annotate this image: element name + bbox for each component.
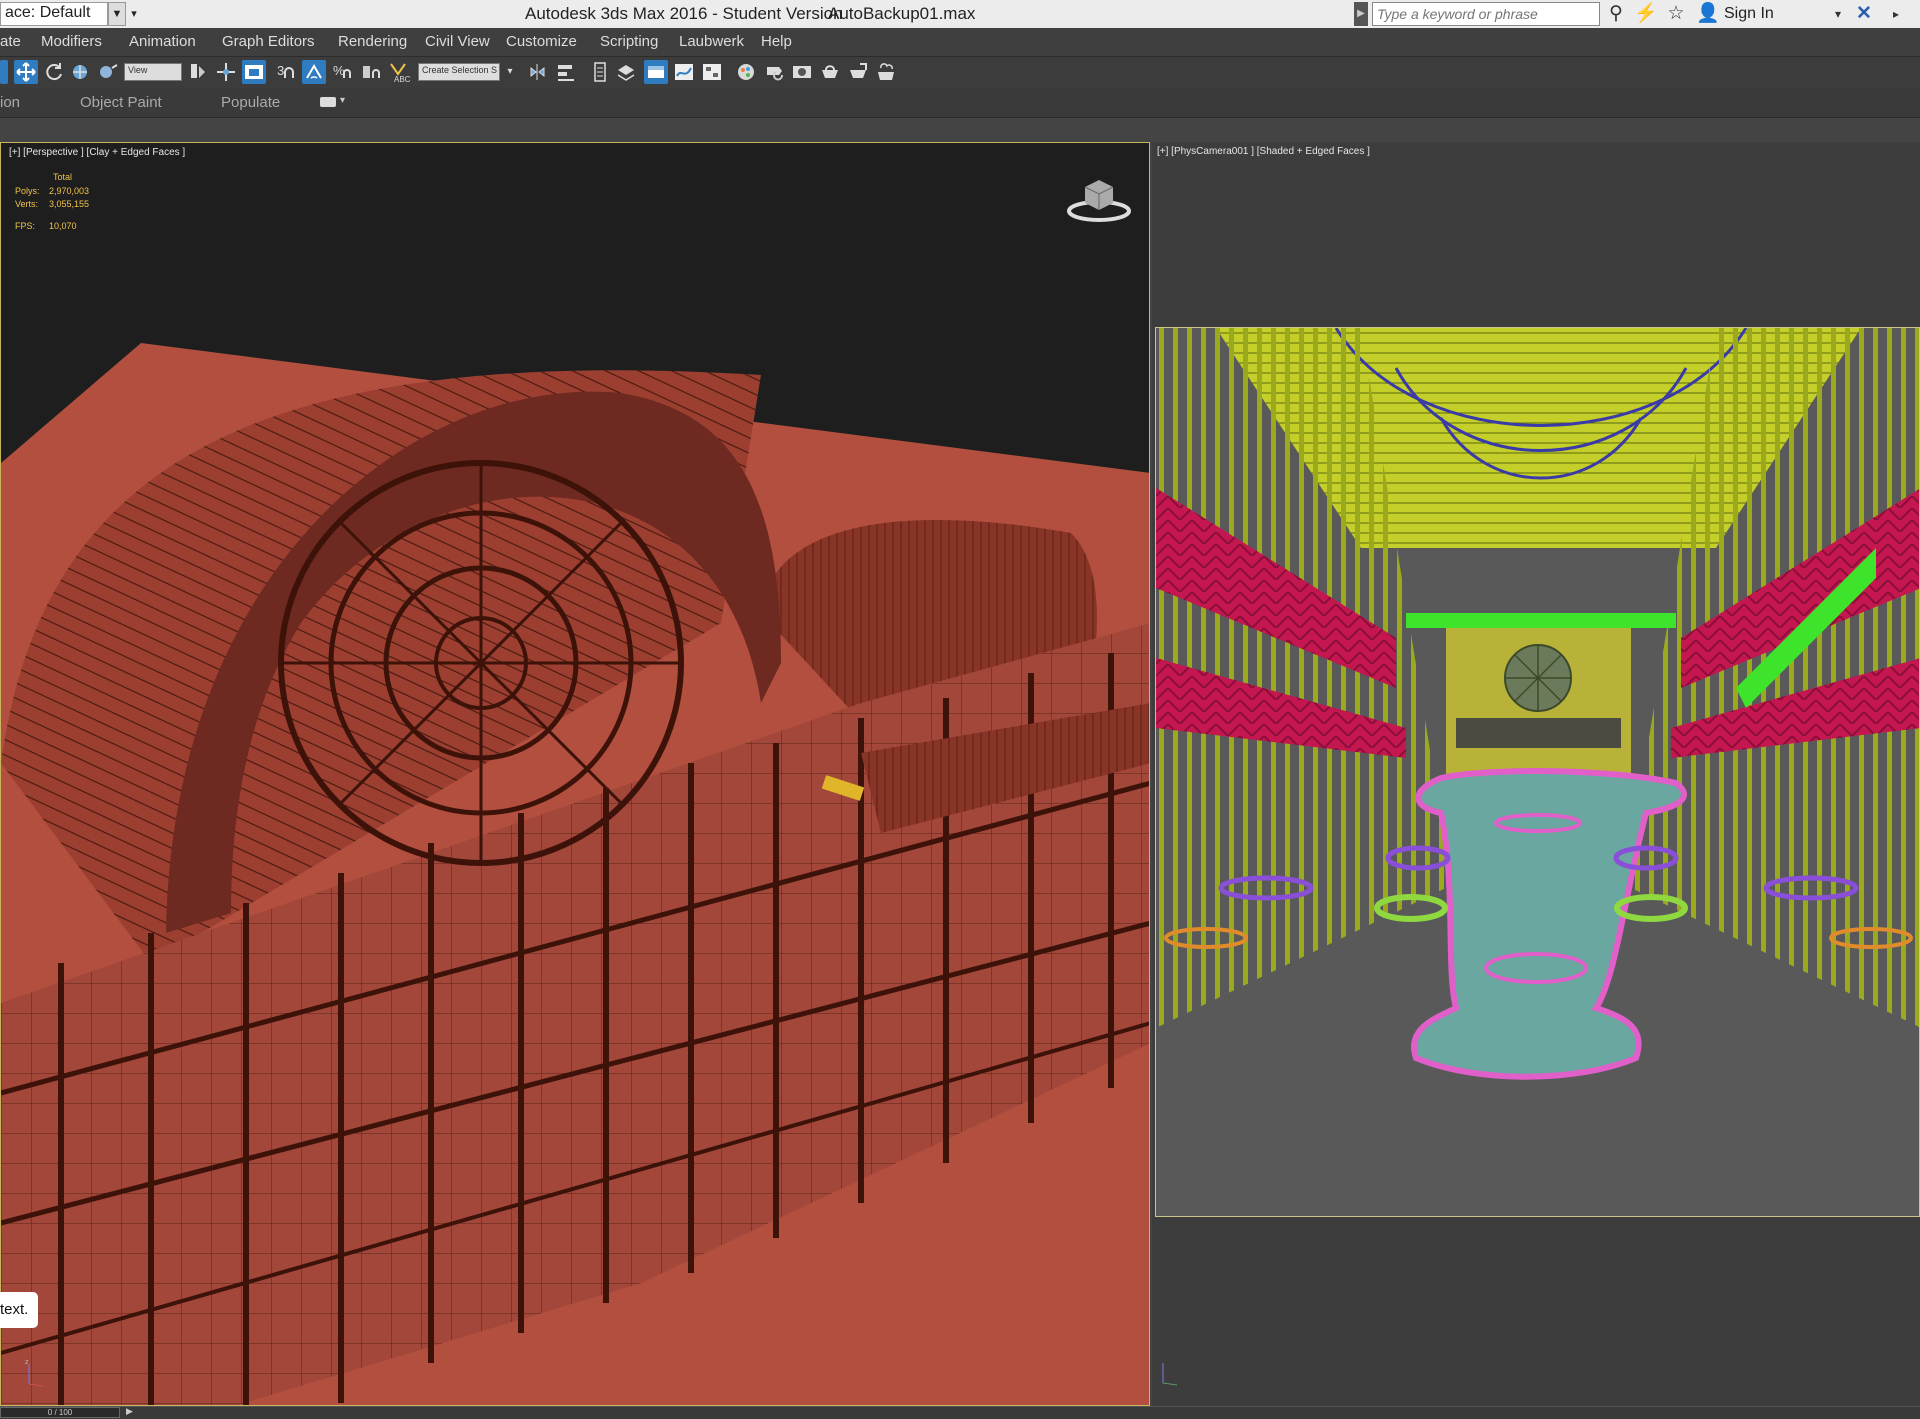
menu-laubwerk[interactable]: Laubwerk — [679, 33, 744, 50]
status-bar — [0, 1406, 1920, 1419]
select-manipulate-icon[interactable] — [214, 60, 238, 84]
render-iterative-icon[interactable] — [846, 60, 870, 84]
pivot-center-icon[interactable] — [186, 60, 210, 84]
camera-scene — [1156, 328, 1919, 1216]
toggle-scene-explorer-icon[interactable] — [588, 60, 612, 84]
angle-snap-icon[interactable] — [302, 60, 326, 84]
named-selection-set-select[interactable]: Create Selection S — [418, 63, 500, 81]
percent-snap-icon[interactable]: % — [330, 60, 354, 84]
render-production-icon[interactable] — [818, 60, 842, 84]
viewcube-icon[interactable] — [1065, 171, 1133, 223]
stats-fps-label: FPS: — [15, 220, 36, 231]
menu-modifiers[interactable]: Modifiers — [41, 33, 102, 50]
workspace-dropdown-icon[interactable]: ▼ — [108, 2, 126, 26]
menu-bar: ate Modifiers Animation Graph Editors Re… — [0, 28, 1920, 56]
quick-access-dropdown-icon[interactable]: ▾ — [128, 2, 140, 26]
curve-editor-icon[interactable] — [672, 60, 696, 84]
spinner-snap-icon[interactable] — [358, 60, 382, 84]
stats-header: Total — [53, 172, 73, 182]
svg-text:z: z — [25, 1359, 29, 1366]
time-slider[interactable]: 0 / 100 — [0, 1407, 120, 1418]
perspective-scene — [1, 343, 1149, 1405]
subscription-icon[interactable]: ⚡ — [1634, 2, 1658, 26]
ribbon-tab-populate[interactable]: Populate — [221, 94, 280, 111]
rendered-frame-window-icon[interactable] — [790, 60, 814, 84]
axis-tripod-icon: z — [23, 1358, 47, 1388]
menu-animation[interactable]: Animation — [129, 33, 196, 50]
perspective-viewport[interactable]: [+] [Perspective ] [Clay + Edged Faces ]… — [0, 142, 1150, 1406]
menu-graph-editors[interactable]: Graph Editors — [222, 33, 315, 50]
place-icon[interactable] — [96, 60, 120, 84]
ribbon-tab-selection[interactable]: ion — [0, 94, 20, 111]
select-move-icon[interactable] — [14, 60, 38, 84]
sign-in-dropdown-icon[interactable]: ▾ — [1826, 2, 1850, 26]
viewport-label-camera[interactable]: [+] [PhysCamera001 ] [Shaded + Edged Fac… — [1157, 146, 1370, 157]
mirror-icon[interactable] — [526, 60, 550, 84]
toggle-layer-explorer-icon[interactable] — [614, 60, 638, 84]
favorites-star-icon[interactable]: ☆ — [1664, 2, 1688, 26]
sign-in-link[interactable]: Sign In — [1724, 5, 1774, 23]
render-setup-icon[interactable] — [762, 60, 786, 84]
svg-text:ABC: ABC — [394, 75, 410, 84]
viewport-label-perspective[interactable]: [+] [Perspective ] [Clay + Edged Faces ] — [9, 147, 185, 158]
material-editor-icon[interactable] — [734, 60, 758, 84]
menu-rendering[interactable]: Rendering — [338, 33, 407, 50]
ribbon-tab-object-paint[interactable]: Object Paint — [80, 94, 162, 111]
stats-fps-value: 10,070 — [49, 220, 77, 231]
stats-polys-value: 2,970,003 — [49, 185, 90, 196]
ribbon-dropdown-icon[interactable]: ▾ — [340, 95, 345, 106]
tooltip-popup: text. — [0, 1292, 38, 1328]
keyboard-shortcut-toggle-icon[interactable] — [242, 60, 266, 84]
svg-text:3: 3 — [277, 63, 284, 78]
render-in-cloud-icon[interactable] — [874, 60, 898, 84]
stats-polys-label: Polys: — [15, 185, 40, 196]
search-expand-icon[interactable]: ▶ — [1354, 2, 1368, 26]
selection-set-dropdown-icon[interactable]: ▾ — [502, 60, 518, 84]
workspace-select[interactable]: ace: Default — [0, 2, 108, 26]
ribbon-toggle-icon[interactable] — [320, 97, 336, 107]
viewport-layout-gap — [0, 118, 1920, 142]
menu-scripting[interactable]: Scripting — [600, 33, 658, 50]
toggle-ribbon-icon[interactable] — [644, 60, 668, 84]
camera-axis-tripod-icon — [1157, 1357, 1181, 1387]
stats-verts-label: Verts: — [15, 199, 39, 209]
menu-customize[interactable]: Customize — [506, 33, 577, 50]
schematic-view-icon[interactable] — [700, 60, 724, 84]
scene-statistics: Total Polys: 2,970,003 Verts: 3,055,155 FP… — [15, 171, 89, 233]
menu-help[interactable]: Help — [761, 33, 792, 50]
exchange-x-icon[interactable]: ✕ — [1852, 2, 1876, 26]
binoculars-icon[interactable]: ⚲ — [1604, 2, 1628, 26]
time-slider-next-icon[interactable]: ▶ — [126, 1406, 133, 1417]
help-dropdown-icon[interactable]: ▸ — [1884, 2, 1908, 26]
reference-coordinate-select[interactable]: View — [124, 63, 182, 81]
snaps-toggle-icon[interactable]: 3 — [274, 60, 298, 84]
user-icon[interactable]: 👤 — [1696, 2, 1720, 26]
main-toolbar: View 3 % ABC Create Selection S ▾ — [0, 56, 1920, 89]
select-rotate-icon[interactable] — [42, 60, 66, 84]
title-bar: ace: Default ▼ ▾ Autodesk 3ds Max 2016 -… — [0, 0, 1920, 28]
menu-create[interactable]: ate — [0, 33, 21, 50]
camera-safe-frame — [1155, 327, 1920, 1217]
edit-named-selection-icon[interactable]: ABC — [386, 60, 410, 84]
search-input[interactable] — [1372, 2, 1600, 26]
select-scale-icon[interactable] — [68, 60, 92, 84]
file-name: AutoBackup01.max — [828, 4, 976, 23]
ribbon-tabs: ion Object Paint Populate ▾ — [0, 89, 1920, 118]
app-title: Autodesk 3ds Max 2016 - Student Version — [525, 4, 843, 23]
menu-civil-view[interactable]: Civil View — [425, 33, 490, 50]
align-icon[interactable] — [554, 60, 578, 84]
select-object-icon[interactable] — [0, 60, 8, 84]
stats-verts-value: 3,055,155 — [49, 199, 90, 209]
camera-viewport[interactable]: [+] [PhysCamera001 ] [Shaded + Edged Fac… — [1152, 142, 1920, 1406]
